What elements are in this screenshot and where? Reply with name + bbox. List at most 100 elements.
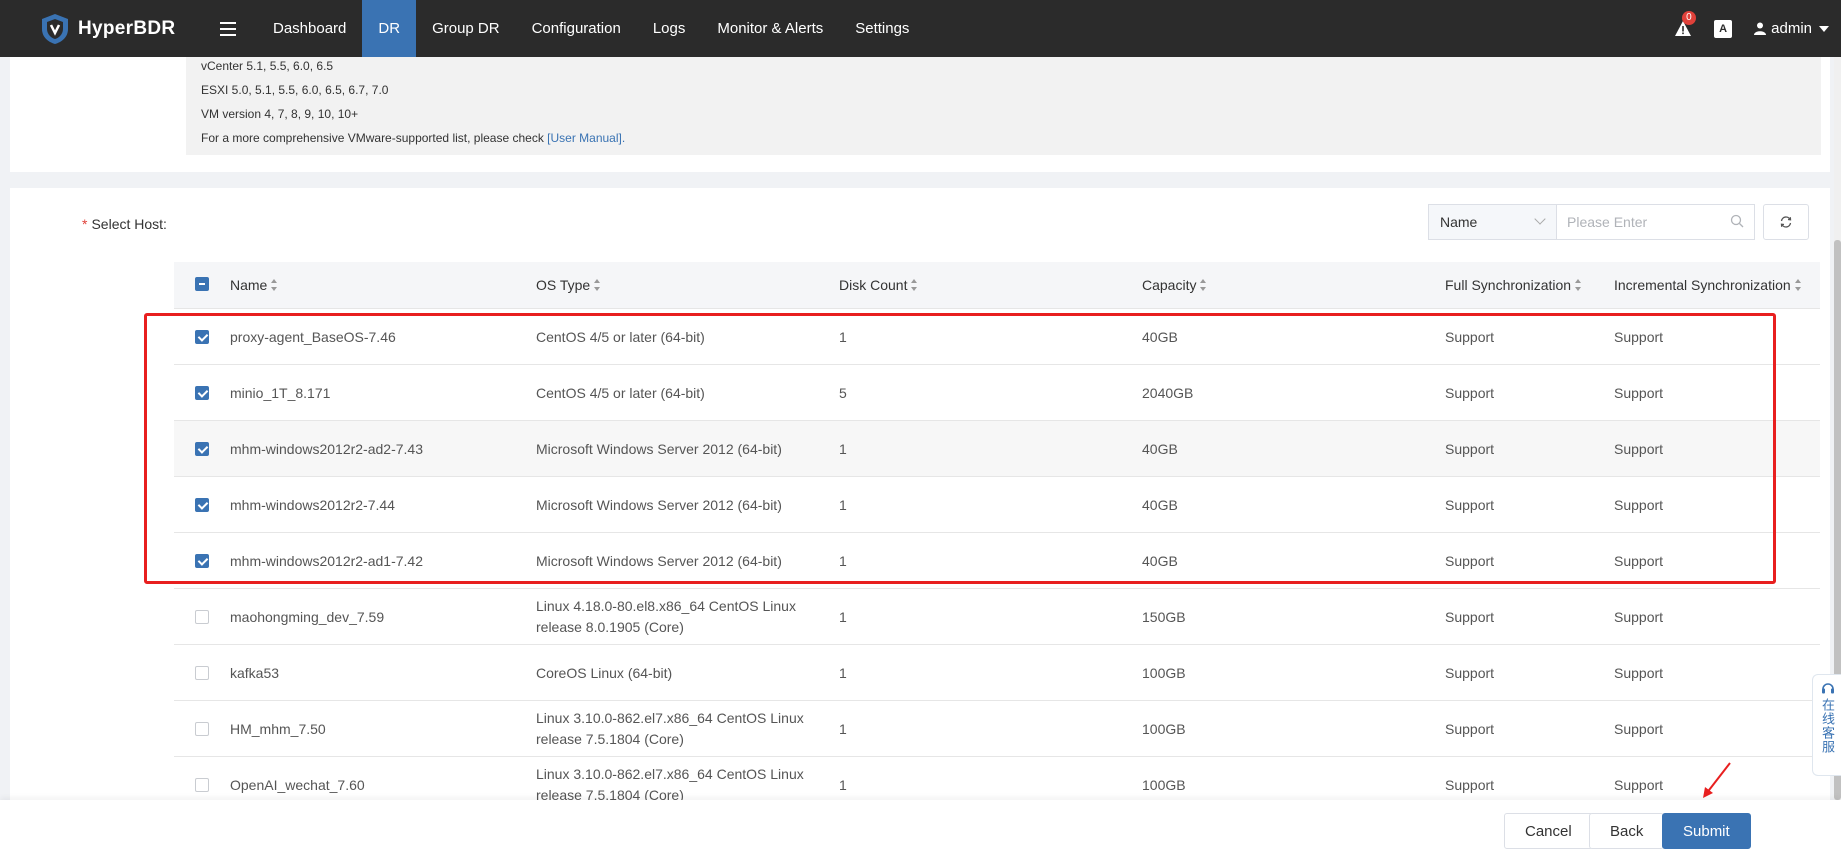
online-support-label: 在线客服 bbox=[1820, 698, 1835, 754]
cell-capacity: 150GB bbox=[1142, 608, 1186, 625]
host-filter: Name bbox=[1428, 204, 1755, 240]
table-row[interactable]: HM_mhm_7.50 Linux 3.10.0-862.el7.x86_64 C… bbox=[174, 701, 1820, 757]
col-header-os-type[interactable]: OS Type bbox=[536, 262, 601, 308]
search-icon[interactable] bbox=[1730, 214, 1744, 228]
cell-incremental-sync: Support bbox=[1614, 328, 1664, 345]
info-line-esxi: ESXI 5.0, 5.1, 5.5, 6.0, 6.5, 6.7, 7.0 bbox=[201, 83, 389, 97]
table-row[interactable]: mhm-windows2012r2-ad1-7.42 Microsoft Wind… bbox=[174, 533, 1820, 589]
col-header-disk-count[interactable]: Disk Count bbox=[839, 262, 918, 308]
nav-logs[interactable]: Logs bbox=[637, 0, 702, 57]
cell-incremental-sync: Support bbox=[1614, 384, 1664, 401]
cell-full-sync: Support bbox=[1445, 440, 1495, 457]
cell-os-type: Microsoft Windows Server 2012 (64-bit) bbox=[536, 496, 782, 513]
table-row[interactable]: mhm-windows2012r2-7.44 Microsoft Windows … bbox=[174, 477, 1820, 533]
row-checkbox[interactable] bbox=[195, 722, 209, 736]
hosts-table: Name OS Type Disk Count Capacity Full Sy… bbox=[174, 262, 1820, 813]
refresh-button[interactable] bbox=[1763, 204, 1809, 240]
select-all-checkbox[interactable] bbox=[195, 277, 209, 291]
cell-disk-count: 1 bbox=[839, 720, 847, 737]
cell-os-type: Microsoft Windows Server 2012 (64-bit) bbox=[536, 552, 782, 569]
nav-monitor-alerts[interactable]: Monitor & Alerts bbox=[701, 0, 839, 57]
app-logo[interactable]: HyperBDR bbox=[40, 13, 212, 45]
header-actions: 0 A admin bbox=[1674, 0, 1829, 57]
cell-name: kafka53 bbox=[230, 664, 280, 681]
row-checkbox[interactable] bbox=[195, 554, 209, 568]
supported-versions-card: vCenter 5.1, 5.5, 6.0, 6.5 ESXI 5.0, 5.1… bbox=[10, 57, 1830, 172]
nav-settings[interactable]: Settings bbox=[839, 0, 925, 57]
cancel-button[interactable]: Cancel bbox=[1504, 813, 1593, 849]
user-name: admin bbox=[1771, 20, 1812, 37]
cell-capacity: 2040GB bbox=[1142, 384, 1194, 401]
col-header-name[interactable]: Name bbox=[230, 262, 278, 308]
nav-dashboard[interactable]: Dashboard bbox=[257, 0, 362, 57]
supported-versions-box: vCenter 5.1, 5.5, 6.0, 6.5 ESXI 5.0, 5.1… bbox=[186, 57, 1821, 155]
cell-disk-count: 5 bbox=[839, 384, 847, 401]
cell-capacity: 100GB bbox=[1142, 664, 1186, 681]
nav-dr[interactable]: DR bbox=[362, 0, 417, 57]
col-header-incremental-sync[interactable]: Incremental Synchronization bbox=[1614, 262, 1801, 308]
table-row[interactable]: mhm-windows2012r2-ad2-7.43 Microsoft Wind… bbox=[174, 421, 1820, 477]
col-header-capacity[interactable]: Capacity bbox=[1142, 262, 1207, 308]
cell-full-sync: Support bbox=[1445, 496, 1495, 513]
row-checkbox[interactable] bbox=[195, 778, 209, 792]
col-header-full-sync-label: Full Synchronization bbox=[1445, 277, 1572, 293]
cell-os-type: Linux 4.18.0-80.el8.x86_64 CentOS Linux … bbox=[536, 598, 796, 635]
table-row[interactable]: kafka53 CoreOS Linux (64-bit) 1 100GB Suppor… bbox=[174, 645, 1820, 701]
headset-icon bbox=[1821, 683, 1834, 694]
row-checkbox[interactable] bbox=[195, 330, 209, 344]
manual-text: For a more comprehensive VMware-supporte… bbox=[201, 131, 548, 145]
col-header-incremental-sync-label: Incremental Synchronization bbox=[1614, 277, 1791, 293]
col-header-disk-count-label: Disk Count bbox=[839, 277, 908, 293]
user-manual-link[interactable]: [User Manual]. bbox=[547, 131, 625, 145]
alert-count-badge: 0 bbox=[1682, 10, 1696, 25]
main-nav: Dashboard DR Group DR Configuration Logs… bbox=[257, 0, 925, 57]
cell-full-sync: Support bbox=[1445, 608, 1495, 625]
cell-disk-count: 1 bbox=[839, 552, 847, 569]
cell-capacity: 100GB bbox=[1142, 720, 1186, 737]
table-body: proxy-agent_BaseOS-7.46 CentOS 4/5 or lat… bbox=[174, 309, 1820, 813]
back-button[interactable]: Back bbox=[1589, 813, 1665, 849]
row-checkbox[interactable] bbox=[195, 442, 209, 456]
annotation-arrow-icon bbox=[1703, 762, 1731, 798]
cell-os-type: Linux 3.10.0-862.el7.x86_64 CentOS Linux… bbox=[536, 710, 804, 747]
col-header-os-type-label: OS Type bbox=[536, 277, 591, 293]
row-checkbox[interactable] bbox=[195, 498, 209, 512]
cell-incremental-sync: Support bbox=[1614, 664, 1664, 681]
row-checkbox[interactable] bbox=[195, 666, 209, 680]
table-row[interactable]: minio_1T_8.171 CentOS 4/5 or later (64-bi… bbox=[174, 365, 1820, 421]
search-input[interactable] bbox=[1557, 205, 1754, 239]
chevron-down-icon bbox=[1534, 213, 1546, 225]
user-menu[interactable]: admin bbox=[1754, 20, 1829, 37]
cell-full-sync: Support bbox=[1445, 384, 1495, 401]
cell-full-sync: Support bbox=[1445, 328, 1495, 345]
cell-os-type: CoreOS Linux (64-bit) bbox=[536, 664, 673, 681]
sort-icon bbox=[594, 279, 601, 292]
table-header: Name OS Type Disk Count Capacity Full Sy… bbox=[174, 262, 1820, 309]
row-checkbox[interactable] bbox=[195, 386, 209, 400]
info-line-manual: For a more comprehensive VMware-supporte… bbox=[201, 131, 625, 145]
sort-icon bbox=[1200, 279, 1207, 292]
table-row[interactable]: proxy-agent_BaseOS-7.46 CentOS 4/5 or lat… bbox=[174, 309, 1820, 365]
info-line-vm-version: VM version 4, 7, 8, 9, 10, 10+ bbox=[201, 107, 359, 121]
submit-button[interactable]: Submit bbox=[1662, 813, 1751, 849]
language-switch-icon[interactable]: A bbox=[1714, 19, 1733, 38]
cell-disk-count: 1 bbox=[839, 328, 847, 345]
cell-capacity: 40GB bbox=[1142, 328, 1178, 345]
filter-field-select[interactable]: Name bbox=[1429, 205, 1557, 239]
online-support-widget[interactable]: 在线客服 bbox=[1812, 674, 1841, 776]
filter-field-value: Name bbox=[1440, 214, 1478, 230]
col-header-name-label: Name bbox=[230, 277, 268, 293]
cell-full-sync: Support bbox=[1445, 664, 1495, 681]
col-header-full-sync[interactable]: Full Synchronization bbox=[1445, 262, 1582, 308]
select-host-label-text: Select Host: bbox=[91, 216, 167, 232]
menu-toggle-icon[interactable] bbox=[220, 21, 236, 36]
alert-button[interactable]: 0 bbox=[1674, 10, 1696, 38]
row-checkbox[interactable] bbox=[195, 610, 209, 624]
nav-configuration[interactable]: Configuration bbox=[516, 0, 637, 57]
table-row[interactable]: maohongming_dev_7.59 Linux 4.18.0-80.el8.… bbox=[174, 589, 1820, 645]
cell-incremental-sync: Support bbox=[1614, 608, 1664, 625]
cell-os-type: CentOS 4/5 or later (64-bit) bbox=[536, 384, 705, 401]
cell-name: maohongming_dev_7.59 bbox=[230, 608, 385, 625]
nav-group-dr[interactable]: Group DR bbox=[416, 0, 516, 57]
sort-icon bbox=[271, 279, 278, 292]
